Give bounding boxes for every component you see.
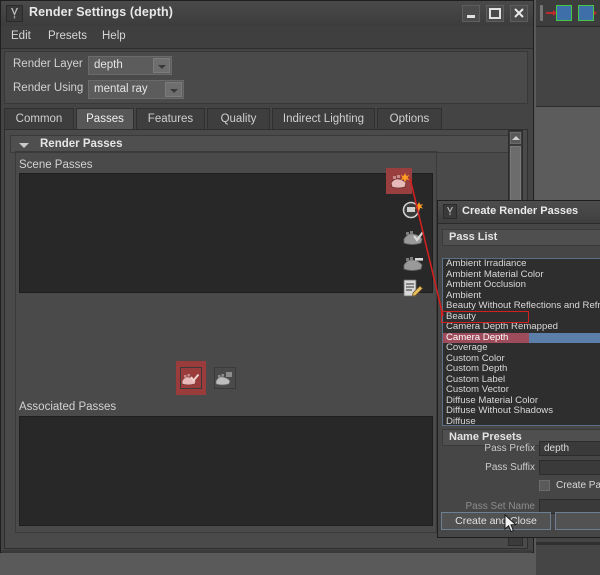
menu-item-presets[interactable]: Presets [43, 29, 92, 43]
maya-app-icon [443, 204, 457, 219]
pass-set-name-label: Pass Set Name [465, 501, 535, 512]
menu-item-edit[interactable]: Edit [6, 29, 36, 43]
create-pass-contribution-map-icon[interactable] [400, 197, 426, 223]
pass-suffix-row: Pass Suffix [441, 460, 600, 475]
create-pass-set-label: Create Pas [556, 480, 600, 491]
edit-pass-attributes-icon[interactable] [400, 275, 426, 301]
scroll-up-button[interactable] [510, 132, 521, 144]
tab-bar: Common Passes Features Quality Indirect … [4, 108, 528, 129]
create-and-close-button[interactable]: Create and Close [441, 512, 551, 530]
maximize-button[interactable] [486, 5, 504, 22]
tab-options[interactable]: Options [377, 108, 442, 129]
render-passes-section-title: Render Passes [40, 138, 123, 150]
minimize-button[interactable] [462, 5, 480, 22]
pass-list-item-label: Beauty Without Reflections and Refractio… [446, 300, 600, 311]
associate-selected-passes-icon[interactable] [400, 223, 426, 249]
pass-list-item-label: Diffuse [446, 415, 476, 426]
render-layer-value: depth [94, 59, 123, 71]
chevron-down-icon[interactable] [165, 82, 182, 97]
pass-list-item-label: Ambient [446, 289, 482, 301]
tab-features[interactable]: Features [136, 108, 205, 129]
pass-suffix-label: Pass Suffix [485, 462, 535, 473]
toolbar-drag-handle[interactable] [540, 5, 543, 21]
pass-list-header: Pass List [442, 229, 600, 246]
window-titlebar[interactable]: Render Settings (depth) [1, 1, 533, 27]
pass-list-item[interactable]: Diffuse [443, 415, 600, 426]
chevron-down-icon[interactable] [19, 143, 29, 148]
pass-suffix-input[interactable] [539, 460, 600, 475]
menu-bar: Edit Presets Help [1, 26, 533, 49]
disassociate-selected-passes-icon[interactable] [400, 249, 426, 275]
render-using-label: Render Using [13, 82, 84, 94]
pass-list-item-label: Ambient Material Color [446, 268, 544, 280]
pass-list-header-label: Pass List [449, 231, 498, 243]
render-settings-header-fields: Render Layer depth Render Using mental r… [4, 51, 528, 104]
associate-all-passes-icon[interactable] [210, 361, 240, 395]
pass-list[interactable]: Ambient Irradiance Ambient Material Color… [442, 258, 600, 426]
pass-list-item-label: Custom Label [446, 373, 506, 385]
pass-list-item-label: Custom Color [446, 352, 505, 364]
create-pass-set-checkbox[interactable] [539, 480, 550, 491]
maya-app-icon [6, 5, 23, 22]
screenshot-root: Render Settings (depth) Edit Presets Hel… [0, 0, 600, 575]
pass-list-item-label: Diffuse Material Color [446, 394, 539, 406]
pass-list-item-label: Custom Vector [446, 384, 509, 395]
associated-passes-label: Associated Passes [19, 401, 117, 413]
dialog-titlebar[interactable]: Create Render Passes [438, 201, 600, 224]
pass-prefix-label: Pass Prefix [484, 443, 535, 454]
pass-list-item-label: Custom Depth [446, 363, 508, 374]
tab-common[interactable]: Common [4, 108, 74, 129]
background-toolbar-icon-1[interactable] [556, 5, 572, 21]
render-layer-label: Render Layer [13, 58, 83, 70]
pass-list-item-label: Ambient Occlusion [446, 279, 526, 290]
pass-list-item-label: Ambient Irradiance [446, 258, 527, 269]
mouse-cursor [504, 514, 518, 534]
pass-prefix-row: Pass Prefix depth [441, 441, 600, 456]
render-using-value: mental ray [94, 83, 148, 95]
tab-passes[interactable]: Passes [76, 108, 134, 129]
scene-passes-list[interactable] [19, 173, 433, 293]
associate-pass-icon[interactable] [176, 361, 206, 395]
pass-list-item[interactable]: Camera Depth Remapped [443, 321, 600, 333]
tab-quality[interactable]: Quality [207, 108, 270, 129]
chevron-down-icon[interactable] [153, 58, 170, 73]
background-bottom-strip [536, 542, 600, 545]
close-button[interactable] [510, 5, 528, 22]
scene-passes-label: Scene Passes [19, 159, 93, 171]
name-presets-fields: Pass Prefix depth Pass Suffix Create Pas… [441, 441, 600, 514]
background-panel [536, 26, 600, 107]
pass-list-item-label: Camera Depth [446, 331, 509, 343]
camera-depth-annotation-box [441, 311, 529, 323]
pass-prefix-value: depth [544, 443, 570, 454]
render-layer-dropdown[interactable]: depth [88, 56, 172, 75]
pass-list-item[interactable]: Camera Depth [443, 331, 600, 343]
window-title: Render Settings (depth) [29, 5, 173, 19]
window-bottom-strip [2, 550, 532, 553]
render-using-dropdown[interactable]: mental ray [88, 80, 184, 99]
tab-indirect-lighting[interactable]: Indirect Lighting [272, 108, 375, 129]
pass-prefix-input[interactable]: depth [539, 441, 600, 456]
create-pass-set-row: Create Pas [441, 480, 600, 495]
dialog-title: Create Render Passes [462, 205, 579, 217]
pass-list-item-label: Diffuse Without Shadows [446, 405, 554, 416]
background-toolbar-icon-2[interactable] [578, 5, 594, 21]
create-new-render-pass-icon[interactable] [386, 168, 412, 194]
create-button[interactable]: Cre [555, 512, 600, 530]
menu-item-help[interactable]: Help [97, 29, 131, 43]
pass-list-item-label: Coverage [446, 342, 488, 353]
associated-passes-list[interactable] [19, 416, 433, 526]
background-bottom-bar [536, 536, 600, 575]
